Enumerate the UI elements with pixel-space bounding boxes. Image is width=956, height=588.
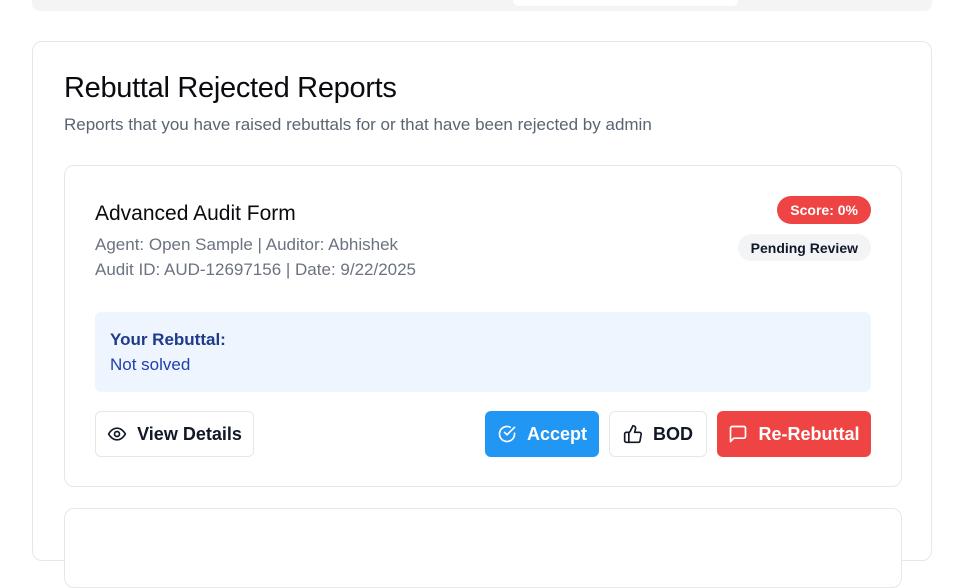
re-rebuttal-button[interactable]: Re-Rebuttal	[717, 411, 871, 457]
next-report-card	[64, 508, 902, 588]
rebuttal-rejected-section: Rebuttal Rejected Reports Reports that y…	[32, 41, 932, 588]
form-title: Advanced Audit Form	[95, 202, 296, 225]
agent-auditor-line: Agent: Open Sample | Auditor: Abhishek	[95, 235, 399, 254]
audit-id-date-line: Audit ID: AUD-12697156 | Date: 9/22/2025	[95, 260, 417, 279]
check-circle-icon	[497, 424, 517, 444]
top-active-tab[interactable]	[513, 0, 738, 6]
view-details-button[interactable]: View Details	[95, 411, 254, 457]
top-toolbar-strip	[32, 0, 932, 11]
accept-label: Accept	[526, 423, 588, 444]
accept-button[interactable]: Accept	[485, 411, 599, 457]
rebuttal-box: Your Rebuttal: Not solved	[95, 312, 871, 392]
page-title: Rebuttal Rejected Reports	[64, 72, 397, 104]
re-rebuttal-label: Re-Rebuttal	[758, 423, 860, 444]
rebuttal-text: Not solved	[110, 355, 191, 374]
message-square-icon	[728, 424, 748, 444]
status-badge: Pending Review	[737, 234, 871, 261]
eye-icon	[107, 424, 127, 444]
score-badge: Score: 0%	[777, 196, 871, 224]
thumbs-up-icon	[623, 424, 643, 444]
rebuttal-label: Your Rebuttal:	[110, 330, 226, 349]
bod-button[interactable]: BOD	[609, 411, 707, 457]
report-card: Advanced Audit Form Agent: Open Sample |…	[64, 165, 902, 487]
view-details-label: View Details	[137, 423, 242, 444]
page-subtitle: Reports that you have raised rebuttals f…	[64, 115, 652, 134]
bod-label: BOD	[653, 423, 693, 444]
